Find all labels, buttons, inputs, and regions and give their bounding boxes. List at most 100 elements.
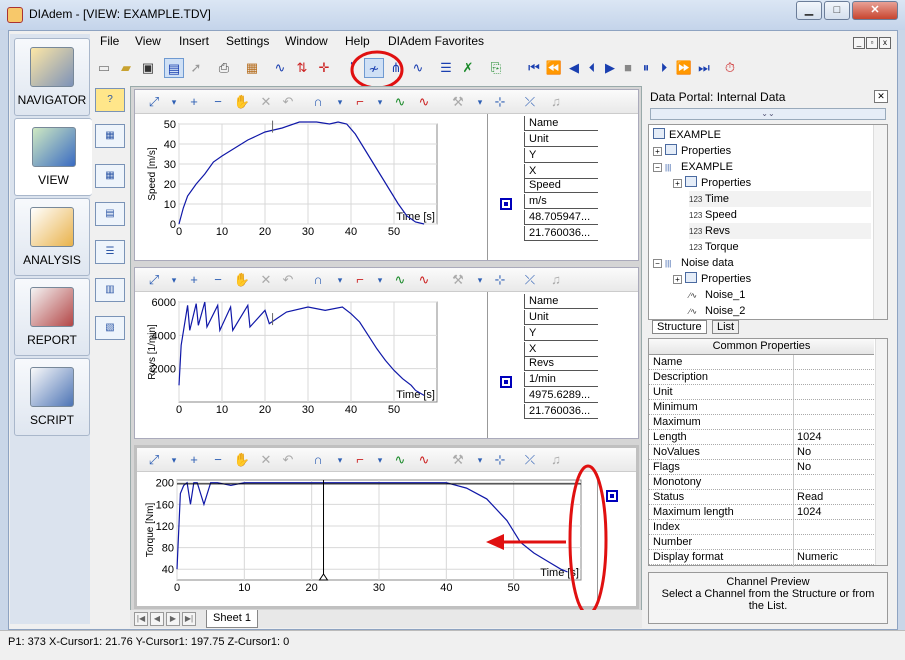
menu-diadem-favorites[interactable]: DIAdem Favorites [388, 34, 484, 48]
tree-node-group[interactable]: − ||| Noise data [653, 255, 734, 271]
dropdown-icon[interactable]: ▾ [371, 271, 389, 289]
collapse-icon[interactable]: − [653, 163, 662, 172]
pan-icon[interactable]: ✋ [233, 271, 251, 289]
pan-icon[interactable]: ✋ [233, 93, 251, 111]
tree-node-group[interactable]: − ||| EXAMPLE [653, 159, 733, 175]
menu-view[interactable]: View [135, 34, 161, 48]
remove-curve-icon[interactable]: ∿ [415, 451, 433, 469]
properties-scrollbar[interactable] [875, 339, 887, 565]
dropdown-icon[interactable]: ▾ [165, 271, 183, 289]
zoom-out-icon[interactable]: − [209, 271, 227, 289]
tools-icon[interactable]: ⚒ [449, 93, 467, 111]
first-icon[interactable]: ⏮ [524, 58, 544, 78]
dropdown-icon[interactable]: ▾ [331, 93, 349, 111]
curve-icon[interactable]: ∩ [309, 93, 327, 111]
table-cursor-icon[interactable]: ⊹ [491, 271, 509, 289]
stop-icon[interactable]: ■ [618, 58, 638, 78]
sound-icon[interactable]: ♫ [547, 271, 565, 289]
layout-table-icon[interactable]: ▧ [95, 316, 125, 340]
axis-icon[interactable]: ⌐ [351, 271, 369, 289]
property-row[interactable]: Maximum length 1024 [649, 505, 874, 520]
menu-file[interactable]: File [100, 34, 119, 48]
cursor-band-icon[interactable]: ⇅ [292, 58, 312, 78]
minimize-button[interactable]: ▁ [796, 1, 822, 20]
curve-icon[interactable]: ∩ [309, 271, 327, 289]
menu-help[interactable]: Help [345, 34, 370, 48]
nav-view-button[interactable]: VIEW [14, 118, 92, 196]
property-row[interactable]: NoValues No [649, 445, 874, 460]
collapse-icon[interactable]: − [653, 259, 662, 268]
property-row[interactable]: Minimum [649, 400, 874, 415]
tree-scrollbar[interactable] [873, 125, 887, 319]
property-row[interactable]: Maximum [649, 415, 874, 430]
forward-fast-icon[interactable]: ⏩ [674, 58, 694, 78]
table-cursor-icon[interactable]: ⊹ [491, 93, 509, 111]
nav-report-button[interactable]: REPORT [14, 278, 90, 356]
dropdown-icon[interactable]: ▾ [371, 93, 389, 111]
remove-points-icon[interactable]: ✗ [458, 58, 478, 78]
dropdown-icon[interactable]: ▾ [471, 271, 489, 289]
layout-split-icon[interactable]: ▥ [95, 278, 125, 302]
zoom-in-icon[interactable]: + [185, 451, 203, 469]
tree-node-properties[interactable]: + Properties [653, 143, 731, 159]
property-row[interactable]: Status Read [649, 490, 874, 505]
pan-icon[interactable]: ✋ [233, 451, 251, 469]
open-icon[interactable]: ▰ [116, 58, 136, 78]
axis-icon[interactable]: ⌐ [351, 451, 369, 469]
remove-curve-icon[interactable]: ∿ [415, 93, 433, 111]
tree-node-file[interactable]: EXAMPLE [653, 127, 721, 143]
expand-icon[interactable]: + [673, 179, 682, 188]
dropdown-icon[interactable]: ▾ [331, 451, 349, 469]
pause-icon[interactable]: ⏸ [636, 58, 656, 78]
step-forward-icon[interactable]: ⏵ [654, 58, 674, 78]
undo-zoom-icon[interactable]: ↶ [279, 451, 297, 469]
step-back-icon[interactable]: ⏴ [582, 58, 602, 78]
rewind-fast-icon[interactable]: ⏪ [544, 58, 564, 78]
axis-icon[interactable]: ⌐ [351, 93, 369, 111]
zoom-icon[interactable]: ⤢ [145, 271, 163, 289]
expand-icon[interactable]: + [653, 147, 662, 156]
tree-node-channel[interactable]: 123 Torque [689, 239, 739, 255]
portal-close-button[interactable]: ✕ [874, 90, 888, 103]
pointer-icon[interactable]: ➚ [186, 58, 206, 78]
menu-window[interactable]: Window [285, 34, 328, 48]
frame-cursor-icon[interactable]: ∿ [408, 58, 428, 78]
axis-system-icon[interactable]: ∿ [270, 58, 290, 78]
layout-rows-icon[interactable]: ▤ [95, 202, 125, 226]
layout-mode-icon[interactable]: ▤ [164, 58, 184, 78]
speed-chart[interactable]: 0 10 20 30 40 50 0 10 20 30 40 50 Time [s] Speed [m/s… [145, 118, 445, 244]
calculator-icon[interactable]: ▦ [242, 58, 262, 78]
dropdown-icon[interactable]: ▾ [331, 271, 349, 289]
tree-node-channel[interactable]: ∕∿ Noise_1 [689, 287, 745, 303]
last-sheet-button[interactable]: ▶| [182, 612, 196, 626]
sheet-tab-1[interactable]: Sheet 1 [206, 610, 258, 628]
tab-structure[interactable]: Structure [652, 320, 707, 334]
property-row[interactable]: Description [649, 370, 874, 385]
nav-analysis-button[interactable]: ANALYSIS [14, 198, 90, 276]
crosshair-icon[interactable]: ✛ [314, 58, 334, 78]
property-row[interactable]: Monotony [649, 475, 874, 490]
property-row[interactable]: Name [649, 355, 874, 370]
copy-data-icon[interactable]: ⎘ [486, 58, 506, 78]
undo-zoom-icon[interactable]: ↶ [279, 271, 297, 289]
mdi-close-button[interactable]: x [879, 37, 891, 49]
zoom-out-icon[interactable]: − [209, 93, 227, 111]
revs-chart[interactable]: 0 10 20 30 40 50200040006000Time [s]Revs [1/m… [145, 296, 445, 422]
next-sheet-button[interactable]: ▶ [166, 612, 180, 626]
layout-1x2-icon[interactable]: ▦ [95, 124, 125, 148]
undo-zoom-icon[interactable]: ↶ [279, 93, 297, 111]
mdi-restore-button[interactable]: ▫ [866, 37, 878, 49]
tree-node-channel[interactable]: ∕∿ Noise_2 [689, 303, 745, 319]
property-row[interactable]: Display format Numeric [649, 550, 874, 565]
add-curve-icon[interactable]: ∿ [391, 451, 409, 469]
wand-icon[interactable]: ⤫ [521, 93, 539, 111]
zoom-icon[interactable]: ⤢ [145, 93, 163, 111]
wand-icon[interactable]: ⤫ [521, 271, 539, 289]
zoom-out-icon[interactable]: − [209, 451, 227, 469]
play-icon[interactable]: ▶ [600, 58, 620, 78]
remove-curve-icon[interactable]: ∿ [415, 271, 433, 289]
tab-list[interactable]: List [712, 320, 740, 334]
close-button[interactable]: ✕ [852, 1, 898, 20]
layout-grid-icon[interactable]: ▦ [95, 164, 125, 188]
tree-node-channel[interactable]: 123 Speed [689, 207, 737, 223]
